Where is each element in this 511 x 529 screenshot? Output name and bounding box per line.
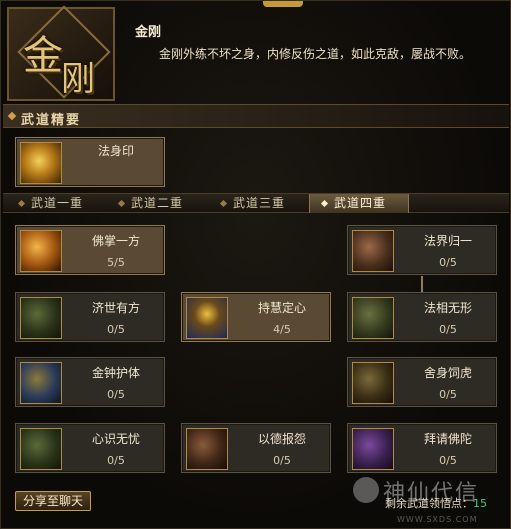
skill-card-chihui[interactable]: 持慧定心 4/5 [181, 292, 331, 342]
skill-name: 金钟护体 [91, 366, 140, 380]
skill-level: 0/5 [439, 388, 457, 401]
buddha-prayer-icon [352, 428, 394, 470]
virtue-return-icon [186, 428, 228, 470]
skill-name: 法界归一 [423, 234, 472, 248]
tab-tier-3[interactable]: 武道三重 [209, 194, 309, 213]
skill-connector [421, 276, 423, 292]
dharma-wheel-icon [352, 230, 394, 272]
dharma-form-icon [352, 297, 394, 339]
section-title: 武道精要 [21, 113, 82, 128]
class-emblem: 金 刚 [7, 7, 115, 101]
share-to-chat-button[interactable]: 分享至聊天 [15, 491, 91, 511]
tab-label: 武道一重 [31, 196, 84, 210]
mascot-icon [353, 477, 379, 503]
skill-name: 拜请佛陀 [423, 432, 472, 446]
skill-name: 济世有方 [91, 301, 140, 315]
remaining-points: 剩余武道领悟点：15 [385, 495, 487, 511]
golden-palm-icon [20, 230, 62, 272]
emblem-char-1: 金 [23, 33, 63, 79]
diamond-icon [320, 199, 329, 208]
skill-name: 舍身饲虎 [423, 366, 472, 380]
diamond-icon [17, 199, 26, 208]
skill-level: 4/5 [273, 323, 291, 336]
tab-tier-2[interactable]: 武道二重 [107, 194, 207, 213]
skill-level: 0/5 [107, 454, 125, 467]
mind-calm-icon [20, 428, 62, 470]
swastika-icon [20, 297, 62, 339]
skill-name: 心识无忧 [91, 432, 140, 446]
skill-level: 0/5 [439, 256, 457, 269]
skill-name: 以德报怨 [257, 432, 306, 446]
skill-tree-title: 金刚 [135, 25, 162, 40]
diamond-icon [7, 111, 17, 121]
skill-level: 0/5 [439, 323, 457, 336]
skill-card-jishi[interactable]: 济世有方 0/5 [15, 292, 165, 342]
skill-card-fajie[interactable]: 法界归一 0/5 [347, 225, 497, 275]
emblem-char-2: 刚 [61, 59, 95, 99]
skill-name: 佛掌一方 [91, 234, 140, 248]
skill-card-yide[interactable]: 以德报怨 0/5 [181, 423, 331, 473]
tier-tabs: 武道一重 武道二重 武道三重 武道四重 [3, 193, 509, 213]
skill-card-fozhang[interactable]: 佛掌一方 5/5 [15, 225, 165, 275]
skill-name: 持慧定心 [257, 301, 306, 315]
golden-bell-icon [20, 362, 62, 404]
golden-seal-icon [20, 142, 62, 184]
skill-card-baiqing[interactable]: 拜请佛陀 0/5 [347, 423, 497, 473]
points-value: 15 [473, 497, 487, 510]
tab-label: 武道二重 [131, 196, 184, 210]
skill-level: 0/5 [273, 454, 291, 467]
skill-level: 5/5 [107, 256, 125, 269]
skill-name: 法相无形 [423, 301, 472, 315]
core-skill-card[interactable]: 法身印 [15, 137, 165, 187]
skill-card-jinzhong[interactable]: 金钟护体 0/5 [15, 357, 165, 407]
meditation-icon [186, 297, 228, 339]
points-label: 剩余武道领悟点： [385, 497, 473, 510]
skill-card-xinshi[interactable]: 心识无忧 0/5 [15, 423, 165, 473]
tab-tier-4[interactable]: 武道四重 [309, 194, 409, 213]
skill-level: 0/5 [107, 388, 125, 401]
watermark-url: WWW.SXDS.COM [397, 515, 478, 524]
diamond-icon [219, 199, 228, 208]
skill-panel: 金 刚 金刚 金刚外练不坏之身，内修反伤之道，如此克敌，屡战不败。 武道精要 法… [0, 0, 511, 529]
core-skill-name: 法身印 [97, 144, 134, 158]
skill-level: 0/5 [439, 454, 457, 467]
tab-label: 武道三重 [233, 196, 286, 210]
diamond-icon [117, 199, 126, 208]
section-bar: 武道精要 [3, 104, 509, 128]
tiger-sacrifice-icon [352, 362, 394, 404]
skill-card-faxiang[interactable]: 法相无形 0/5 [347, 292, 497, 342]
skill-tree-description: 金刚外练不坏之身，内修反伤之道，如此克敌，屡战不败。 [159, 47, 472, 61]
tab-label: 武道四重 [334, 196, 387, 210]
tab-tier-1[interactable]: 武道一重 [7, 194, 107, 213]
skill-level: 0/5 [107, 323, 125, 336]
skill-card-sheshen[interactable]: 舍身饲虎 0/5 [347, 357, 497, 407]
skill-header: 金刚 金刚外练不坏之身，内修反伤之道，如此克敌，屡战不败。 [123, 7, 508, 101]
